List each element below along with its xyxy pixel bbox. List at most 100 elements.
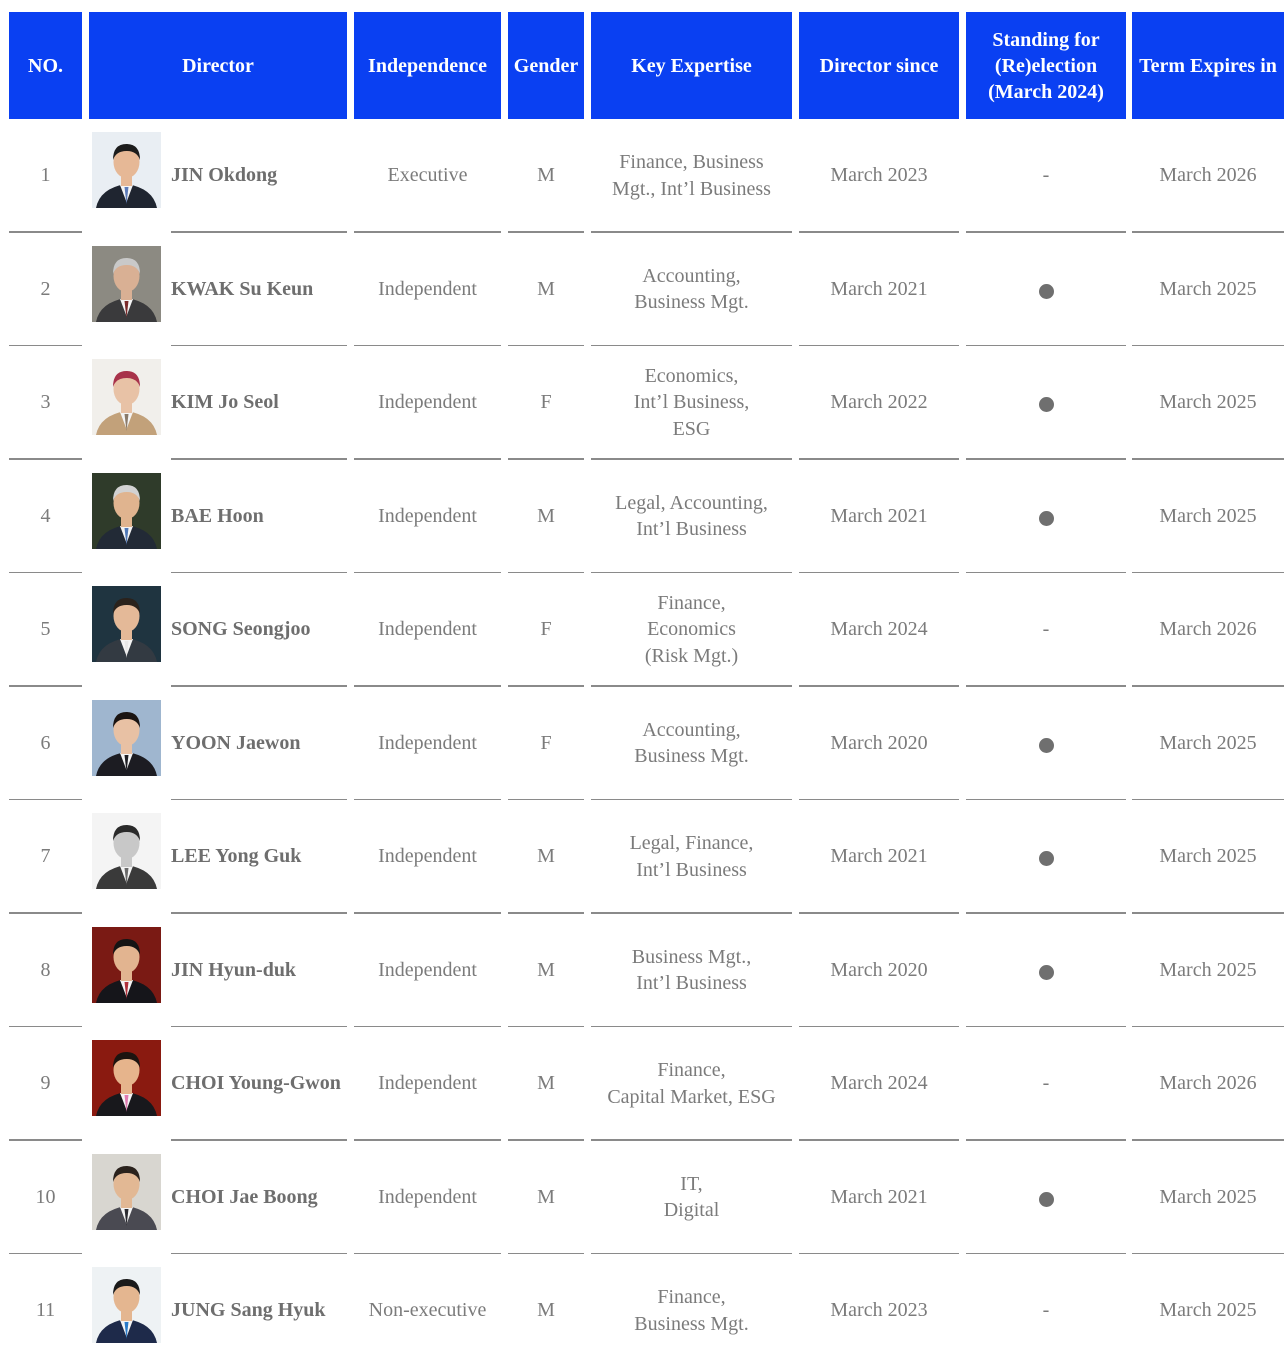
row-number: 5: [9, 573, 82, 686]
standing-cell: -: [966, 573, 1126, 686]
director-since-cell: March 2021: [799, 1141, 959, 1254]
director-name: JIN Okdong: [171, 119, 347, 232]
header-independence: Independence: [354, 12, 501, 119]
director-name-text: CHOI Jae Boong: [171, 1185, 318, 1208]
independence-cell: Independent: [354, 573, 501, 686]
row-number: 1: [9, 119, 82, 232]
independence-cell-text: Independent: [378, 504, 477, 527]
row-number: 6: [9, 687, 82, 800]
table-row: 11 JUNG Sang Hyuk Non-executive M Finance, B…: [0, 1254, 1284, 1368]
term-expires-cell: March 2025: [1132, 1141, 1284, 1254]
gender-cell-text: M: [537, 277, 555, 300]
independence-cell-text: Independent: [378, 618, 477, 641]
table-row: 1 JIN Okdong Executive M Finance, Business M…: [0, 119, 1284, 233]
standing-cell: [966, 687, 1126, 800]
standing-cell: [966, 1141, 1126, 1254]
independence-cell-text: Independent: [378, 1072, 477, 1095]
table-row: 4 BAE Hoon Independent M Legal, Accounting, …: [0, 460, 1284, 573]
expertise-cell: Accounting, Business Mgt.: [591, 687, 792, 800]
independence-cell: Executive: [354, 119, 501, 232]
director-since-cell-text: March 2021: [830, 504, 928, 527]
term-expires-cell: March 2025: [1132, 460, 1284, 573]
independence-cell-text: Independent: [378, 845, 477, 868]
independence-cell: Independent: [354, 800, 501, 913]
row-number: 2: [9, 233, 82, 346]
row-number-text: 4: [40, 504, 51, 527]
director-since-cell: March 2024: [799, 573, 959, 686]
standing-cell: [966, 233, 1126, 346]
gender-cell: M: [508, 460, 584, 573]
director-since-cell: March 2023: [799, 119, 959, 232]
reelection-dot: [1038, 510, 1054, 526]
director-since-cell: March 2024: [799, 1027, 959, 1140]
expertise-cell: Finance, Business Mgt., Int’l Business: [591, 119, 792, 232]
director-name-text: JIN Hyun-duk: [171, 958, 297, 981]
expertise-cell-text: Finance, Business Mgt., Int’l Business: [612, 151, 771, 200]
expertise-cell-text: Legal, Finance, Int’l Business: [629, 832, 754, 881]
standing-cell-text: -: [1042, 1072, 1050, 1095]
gender-cell-text: M: [537, 164, 555, 187]
director-since-cell: March 2021: [799, 460, 959, 573]
director-since-cell: March 2021: [799, 233, 959, 346]
term-expires-cell-text: March 2025: [1159, 391, 1257, 414]
gender-cell-text: F: [540, 731, 552, 754]
director-name-text: BAE Hoon: [171, 504, 264, 527]
term-expires-cell: March 2025: [1132, 800, 1284, 913]
standing-cell-text: -: [1042, 1299, 1050, 1322]
director-name-text: SONG Seongjoo: [171, 618, 311, 641]
term-expires-cell-text: March 2025: [1159, 277, 1257, 300]
gender-cell: M: [508, 800, 584, 913]
gender-cell-text: M: [537, 845, 555, 868]
term-expires-cell: March 2025: [1132, 346, 1284, 459]
director-photo: [92, 359, 161, 435]
term-expires-cell: March 2026: [1132, 573, 1284, 686]
director-name: JUNG Sang Hyuk: [171, 1254, 347, 1367]
independence-cell-text: Independent: [378, 277, 477, 300]
expertise-cell: Finance, Capital Market, ESG: [591, 1027, 792, 1140]
director-since-cell-text: March 2023: [830, 1299, 928, 1322]
director-photo: [92, 472, 161, 549]
director-name-text: KWAK Su Keun: [171, 277, 314, 300]
standing-cell-text: -: [1042, 164, 1050, 187]
reelection-dot: [1038, 283, 1054, 299]
row-number-text: 2: [40, 277, 51, 300]
independence-cell-text: Independent: [378, 958, 477, 981]
term-expires-cell-text: March 2025: [1159, 1299, 1257, 1322]
standing-cell: [966, 914, 1126, 1027]
gender-cell: M: [508, 119, 584, 232]
expertise-cell: Finance, Economics (Risk Mgt.): [591, 573, 792, 686]
table-row: 10 CHOI Jae Boong Independent M IT, Digital M…: [0, 1141, 1284, 1254]
term-expires-cell-text: March 2025: [1159, 1185, 1257, 1208]
row-number: 8: [9, 914, 82, 1027]
header-director-since: Director since: [799, 12, 959, 119]
row-number-text: 11: [35, 1299, 56, 1322]
director-since-cell-text: March 2020: [830, 958, 928, 981]
term-expires-cell-text: March 2026: [1159, 1072, 1257, 1095]
gender-cell-text: M: [537, 1072, 555, 1095]
gender-cell-text: M: [537, 1299, 555, 1322]
row-number: 7: [9, 800, 82, 913]
table-row: 8 JIN Hyun-duk Independent M Business Mgt., …: [0, 914, 1284, 1027]
gender-cell-text: F: [540, 391, 552, 414]
expertise-cell-text: IT, Digital: [663, 1172, 720, 1222]
expertise-cell-text: Finance, Capital Market, ESG: [607, 1059, 776, 1108]
gender-cell: M: [508, 1254, 584, 1367]
row-number: 4: [9, 460, 82, 573]
independence-cell: Independent: [354, 687, 501, 800]
director-name-text: JUNG Sang Hyuk: [171, 1299, 326, 1322]
expertise-cell-text: Economics, Int’l Business, ESG: [633, 364, 750, 440]
table-row: 7 LEE Yong Guk Independent M Legal, Finance,…: [0, 800, 1284, 914]
director-name: KIM Jo Seol: [171, 346, 347, 459]
expertise-cell: Accounting, Business Mgt.: [591, 233, 792, 346]
director-since-cell: March 2023: [799, 1254, 959, 1367]
row-number-text: 1: [40, 164, 51, 187]
independence-cell: Independent: [354, 1141, 501, 1254]
table-row: 6 YOON Jaewon Independent F Accounting, Busi…: [0, 687, 1284, 800]
table-row: 9 CHOI Young-Gwon Independent M Finance, Cap…: [0, 1027, 1284, 1141]
director-photo: [92, 1040, 161, 1116]
director-since-cell-text: March 2023: [830, 164, 928, 187]
expertise-cell: Business Mgt., Int’l Business: [591, 914, 792, 1027]
gender-cell-text: F: [540, 618, 552, 641]
director-since-cell-text: March 2022: [830, 391, 928, 414]
header-director: Director: [89, 12, 347, 119]
